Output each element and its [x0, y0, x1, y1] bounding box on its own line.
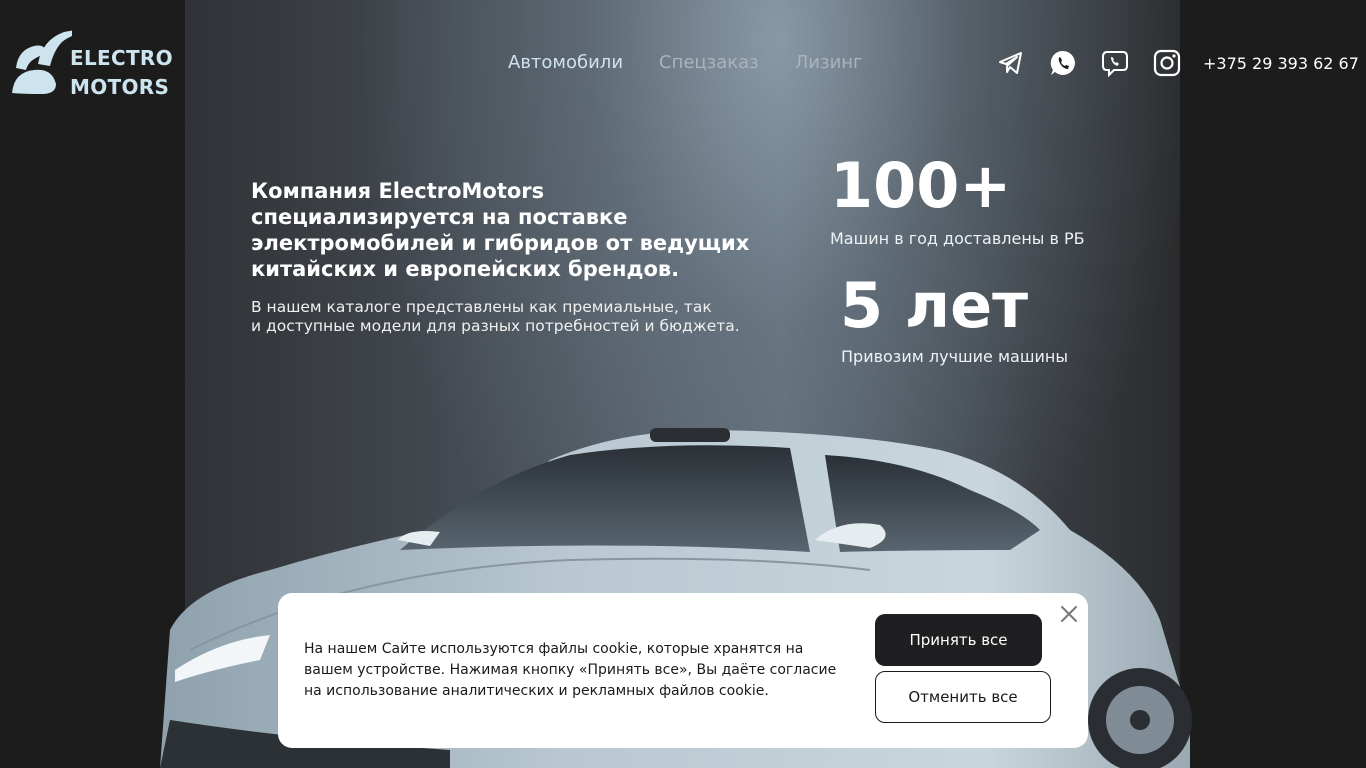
viber-icon[interactable] [1101, 49, 1129, 77]
brand-line1: ELECTRO [70, 46, 173, 70]
cancel-all-button[interactable]: Отменить все [875, 671, 1051, 723]
nav-item-cars[interactable]: Автомобили [508, 52, 623, 73]
brand-logo[interactable]: ELECTRO MOTORS [12, 28, 182, 99]
nav-item-leasing[interactable]: Лизинг [795, 52, 863, 73]
ev-logo-icon [12, 30, 72, 94]
close-icon[interactable] [1060, 605, 1078, 623]
phone-link[interactable]: +375 29 393 62 67 [1203, 54, 1359, 73]
cookie-text: На нашем Сайте используются файлы cookie… [304, 641, 837, 699]
instagram-icon[interactable] [1153, 49, 1181, 77]
telegram-icon[interactable] [997, 49, 1025, 77]
brand-line2: MOTORS [70, 75, 170, 99]
social-links [997, 49, 1181, 77]
nav-item-special-order[interactable]: Спецзаказ [659, 52, 759, 73]
hero-subtitle: В нашем каталоге представлены как премиа… [251, 298, 771, 336]
hero-subtitle-line1: В нашем каталоге представлены как премиа… [251, 298, 712, 316]
cookie-banner: На нашем Сайте используются файлы cookie… [278, 593, 1088, 748]
stat-years-caption: Привозим лучшие машины [841, 347, 1068, 366]
stat-years-value: 5 лет [840, 269, 1029, 342]
hero-title: Компания ElectroMotors специализируется … [251, 179, 750, 281]
accept-all-button[interactable]: Принять все [875, 614, 1042, 666]
stat-cars-per-year-caption: Машин в год доставлены в РБ [830, 229, 1085, 248]
hero-subtitle-line2: и доступные модели для разных потребност… [251, 317, 740, 335]
stat-cars-per-year-value: 100+ [830, 149, 1012, 222]
main-nav: Автомобили Спецзаказ Лизинг [508, 52, 863, 73]
whatsapp-icon[interactable] [1049, 49, 1077, 77]
